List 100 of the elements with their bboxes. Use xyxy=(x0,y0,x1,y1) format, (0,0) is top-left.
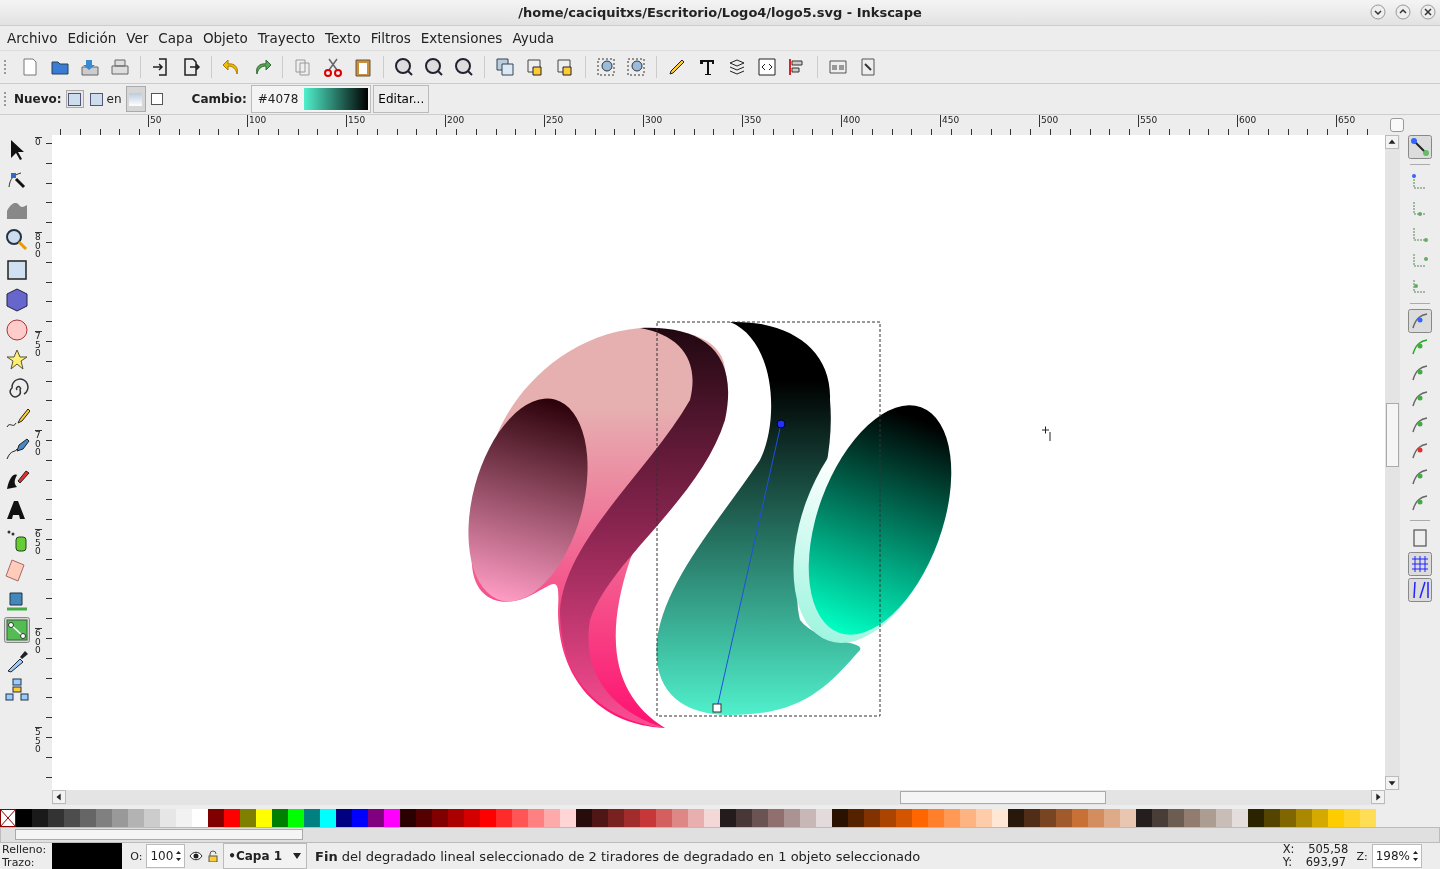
color-swatch[interactable] xyxy=(48,809,64,827)
color-swatch[interactable] xyxy=(256,809,272,827)
maximize-icon[interactable] xyxy=(1395,4,1411,20)
ellipse-icon[interactable] xyxy=(3,317,30,343)
color-swatch[interactable] xyxy=(640,809,656,827)
color-swatch[interactable] xyxy=(896,809,912,827)
dropdown-arrow-icon[interactable] xyxy=(292,852,303,860)
lock-icon[interactable] xyxy=(207,850,220,862)
color-swatch[interactable] xyxy=(688,809,704,827)
menu-item[interactable]: Trayecto xyxy=(257,30,316,46)
color-swatch[interactable] xyxy=(624,809,640,827)
zoom-field[interactable]: 198% xyxy=(1371,844,1422,868)
menu-item[interactable]: Objeto xyxy=(202,30,248,46)
box-3d-icon[interactable] xyxy=(3,287,30,313)
color-swatch[interactable] xyxy=(816,809,832,827)
edit-button[interactable]: Editar... xyxy=(373,85,430,113)
duplicate-icon[interactable] xyxy=(495,57,515,77)
color-swatch[interactable] xyxy=(224,809,240,827)
color-swatch[interactable] xyxy=(960,809,976,827)
color-swatch[interactable] xyxy=(1152,809,1168,827)
text-icon[interactable] xyxy=(697,57,717,77)
color-swatch[interactable] xyxy=(784,809,800,827)
gradient-line[interactable] xyxy=(712,419,786,713)
scroll-up-icon[interactable] xyxy=(1385,135,1399,149)
color-swatch[interactable] xyxy=(768,809,784,827)
color-swatch[interactable] xyxy=(496,809,512,827)
clone-icon[interactable] xyxy=(525,57,545,77)
color-swatch[interactable] xyxy=(112,809,128,827)
menu-item[interactable]: Archivo xyxy=(7,30,58,46)
color-swatch[interactable] xyxy=(1280,809,1296,827)
connector-icon[interactable] xyxy=(3,677,30,703)
snap-guide-icon[interactable] xyxy=(1407,578,1432,602)
color-swatch[interactable] xyxy=(1056,809,1072,827)
snap-toggle-icon[interactable] xyxy=(1407,135,1432,159)
color-swatch[interactable] xyxy=(560,809,576,827)
color-swatch[interactable] xyxy=(1168,809,1184,827)
cut-icon[interactable] xyxy=(323,57,343,77)
color-swatch[interactable] xyxy=(320,809,336,827)
color-swatch[interactable] xyxy=(272,809,288,827)
scroll-thumb[interactable] xyxy=(1386,403,1399,467)
color-swatch[interactable] xyxy=(1232,809,1248,827)
print-icon[interactable] xyxy=(110,57,130,77)
color-swatch[interactable] xyxy=(1248,809,1264,827)
layer-dropdown[interactable]: •Capa 1 xyxy=(223,843,308,869)
color-swatch[interactable] xyxy=(368,809,384,827)
color-swatch[interactable] xyxy=(848,809,864,827)
color-swatch[interactable] xyxy=(544,809,560,827)
paste-icon[interactable] xyxy=(353,57,373,77)
color-swatch[interactable] xyxy=(1344,809,1360,827)
menu-item[interactable]: Ayuda xyxy=(512,30,555,46)
copy-icon[interactable] xyxy=(293,57,313,77)
opacity-field[interactable]: 100 xyxy=(146,844,186,868)
snap-nodes-icon[interactable] xyxy=(1407,309,1432,333)
color-swatch[interactable] xyxy=(240,809,256,827)
color-swatch[interactable] xyxy=(720,809,736,827)
color-swatch[interactable] xyxy=(592,809,608,827)
color-swatch[interactable] xyxy=(160,809,176,827)
color-swatch[interactable] xyxy=(1104,809,1120,827)
color-swatch[interactable] xyxy=(864,809,880,827)
color-swatch[interactable] xyxy=(432,809,448,827)
color-swatch[interactable] xyxy=(704,809,720,827)
snap-grid-icon[interactable] xyxy=(1407,552,1432,576)
color-swatch[interactable] xyxy=(96,809,112,827)
color-swatch[interactable] xyxy=(976,809,992,827)
new-on-fill-button[interactable] xyxy=(65,90,84,108)
new-document-icon[interactable] xyxy=(20,57,40,77)
color-swatch[interactable] xyxy=(576,809,592,827)
spin-arrows-icon[interactable] xyxy=(175,849,183,863)
scroll-left-icon[interactable] xyxy=(52,790,66,804)
scroll-down-icon[interactable] xyxy=(1385,776,1399,790)
color-swatch[interactable] xyxy=(208,809,224,827)
color-swatch[interactable] xyxy=(144,809,160,827)
menu-item[interactable]: Edición xyxy=(67,30,117,46)
color-swatch[interactable] xyxy=(1072,809,1088,827)
color-swatch[interactable] xyxy=(752,809,768,827)
eye-icon[interactable] xyxy=(189,850,204,862)
color-swatch[interactable] xyxy=(1264,809,1280,827)
color-swatch[interactable] xyxy=(1088,809,1104,827)
color-swatch[interactable] xyxy=(336,809,352,827)
color-swatch[interactable] xyxy=(1008,809,1024,827)
color-swatch[interactable] xyxy=(288,809,304,827)
minimize-icon[interactable] xyxy=(1370,4,1386,20)
color-swatch[interactable] xyxy=(1296,809,1312,827)
color-swatch[interactable] xyxy=(736,809,752,827)
export-icon[interactable] xyxy=(181,57,201,77)
gradient-selector[interactable]: #4078 xyxy=(250,85,372,113)
color-swatch[interactable] xyxy=(528,809,544,827)
color-swatch[interactable] xyxy=(672,809,688,827)
color-swatch[interactable] xyxy=(912,809,928,827)
spin-arrows-icon[interactable] xyxy=(1412,849,1419,863)
color-swatch[interactable] xyxy=(512,809,528,827)
color-swatch[interactable] xyxy=(992,809,1008,827)
color-swatch[interactable] xyxy=(32,809,48,827)
color-swatch[interactable] xyxy=(1040,809,1056,827)
menu-item[interactable]: Ver xyxy=(126,30,149,46)
zoom-selection-icon[interactable] xyxy=(394,57,414,77)
menu-item[interactable]: Capa xyxy=(158,30,193,46)
color-swatch[interactable] xyxy=(352,809,368,827)
color-swatch[interactable] xyxy=(1120,809,1136,827)
zoom-icon[interactable] xyxy=(3,227,30,253)
